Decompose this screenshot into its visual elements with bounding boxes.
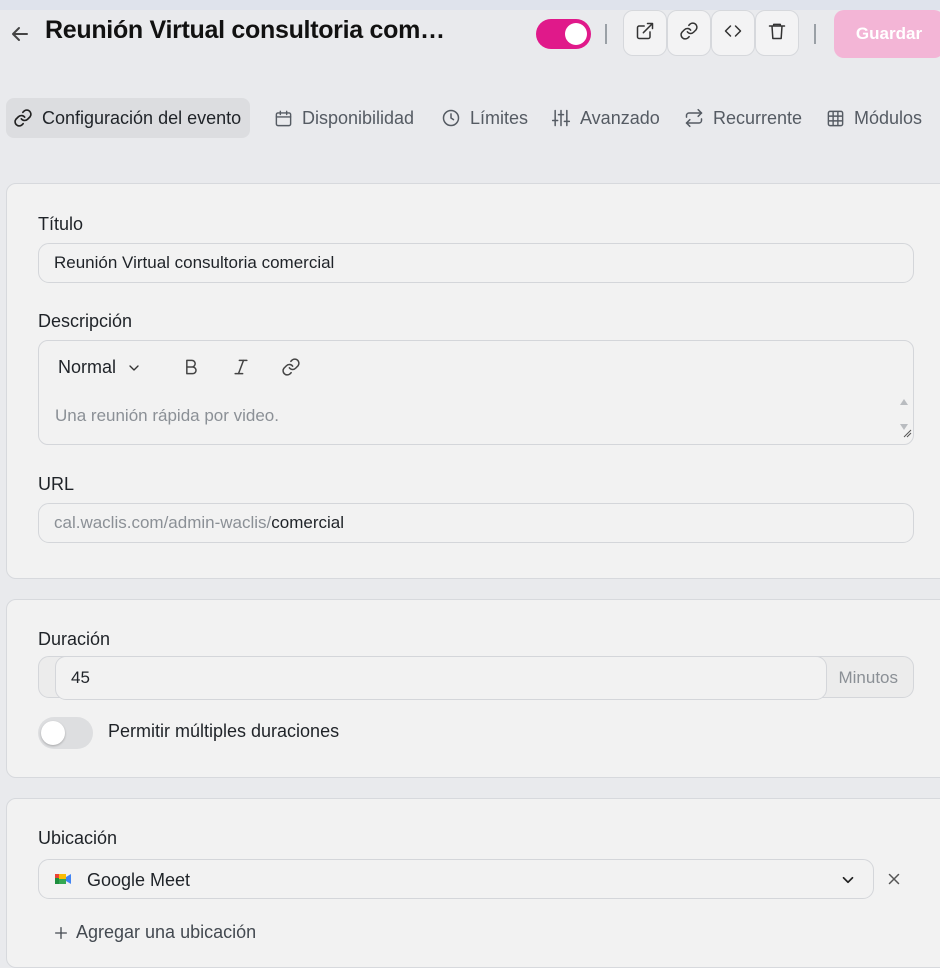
toggle-knob: [41, 721, 65, 745]
trash-icon: [767, 21, 787, 46]
scroll-up-icon[interactable]: [899, 393, 909, 411]
plus-icon: [55, 926, 67, 939]
code-icon: [723, 21, 743, 46]
description-label: Descripción: [38, 311, 133, 331]
clock-icon: [442, 109, 460, 127]
description-editor[interactable]: Normal Una reunión rápida por video.: [38, 340, 914, 445]
title-label: Título: [38, 214, 84, 234]
tab-label: Módulos: [854, 107, 923, 128]
repeat-icon: [685, 108, 703, 128]
url-prefix: cal.waclis.com/admin-waclis/: [54, 513, 272, 532]
copy-link-button[interactable]: [667, 10, 711, 56]
bold-icon[interactable]: [181, 357, 201, 382]
url-label: URL: [38, 474, 75, 494]
page-title: Reunión Virtual consultoria com…: [45, 16, 445, 44]
embed-code-button[interactable]: [711, 10, 755, 56]
location-label: Ubicación: [38, 828, 118, 848]
resize-handle-icon[interactable]: [901, 425, 912, 443]
tab-availability[interactable]: Disponibilidad: [274, 98, 414, 138]
settings-tabs: Configuración del evento Disponibilidad …: [6, 98, 940, 138]
text-style-dropdown[interactable]: Normal: [58, 357, 142, 378]
url-slug: comercial: [271, 513, 345, 532]
location-card: Ubicación Google Meet Agregar una ubicac…: [6, 798, 940, 968]
event-enabled-toggle[interactable]: [536, 19, 591, 49]
divider: [605, 24, 607, 44]
preview-button[interactable]: [623, 10, 667, 56]
location-selected: Google Meet: [87, 870, 191, 890]
text-style-value: Normal: [58, 357, 117, 377]
tab-event-setup[interactable]: Configuración del evento: [6, 98, 251, 138]
title-input[interactable]: Reunión Virtual consultoria comercial: [38, 243, 914, 283]
divider: [814, 24, 816, 44]
duration-unit: Minutos: [838, 668, 898, 687]
location-select[interactable]: Google Meet: [38, 859, 874, 899]
remove-location-icon[interactable]: [885, 870, 903, 893]
multiple-durations-label: Permitir múltiples duraciones: [108, 721, 340, 741]
chevron-down-icon: [129, 364, 139, 371]
italic-icon[interactable]: [231, 357, 251, 382]
event-details-card: Título Reunión Virtual consultoria comer…: [6, 183, 940, 579]
calendar-icon: [275, 110, 292, 126]
multiple-durations-toggle[interactable]: [38, 717, 93, 749]
save-button[interactable]: Guardar: [834, 10, 940, 58]
top-strip: [0, 0, 940, 10]
tab-recurring[interactable]: Recurrente: [684, 98, 802, 138]
external-link-icon: [635, 21, 655, 46]
description-placeholder: Una reunión rápida por video.: [55, 406, 279, 425]
tab-label: Límites: [470, 107, 529, 128]
link-icon[interactable]: [281, 357, 301, 382]
tab-limits[interactable]: Límites: [441, 98, 528, 138]
url-input[interactable]: cal.waclis.com/admin-waclis/comercial: [38, 503, 914, 543]
tab-label: Configuración del evento: [42, 107, 242, 128]
link-icon: [14, 109, 32, 127]
back-arrow-icon[interactable]: [8, 22, 32, 46]
duration-label: Duración: [38, 629, 111, 649]
link-icon: [679, 21, 699, 46]
sliders-icon: [551, 109, 571, 127]
toggle-knob: [565, 23, 587, 45]
duration-field: 45 Minutos: [38, 656, 914, 700]
tab-label: Disponibilidad: [302, 107, 415, 128]
duration-card: Duración 45 Minutos Permitir múltiples d…: [6, 599, 940, 778]
header-bar: Reunión Virtual consultoria com… Guardar: [0, 0, 940, 66]
tab-label: Avanzado: [580, 107, 660, 128]
tab-modules[interactable]: Módulos: [826, 98, 922, 138]
google-meet-icon: [55, 871, 73, 892]
tab-label: Recurrente: [713, 107, 803, 128]
grid-icon: [827, 110, 844, 126]
tab-advanced[interactable]: Avanzado: [551, 98, 660, 138]
duration-input[interactable]: 45: [55, 656, 827, 700]
delete-button[interactable]: [755, 10, 799, 56]
chevron-down-icon: [839, 871, 857, 894]
